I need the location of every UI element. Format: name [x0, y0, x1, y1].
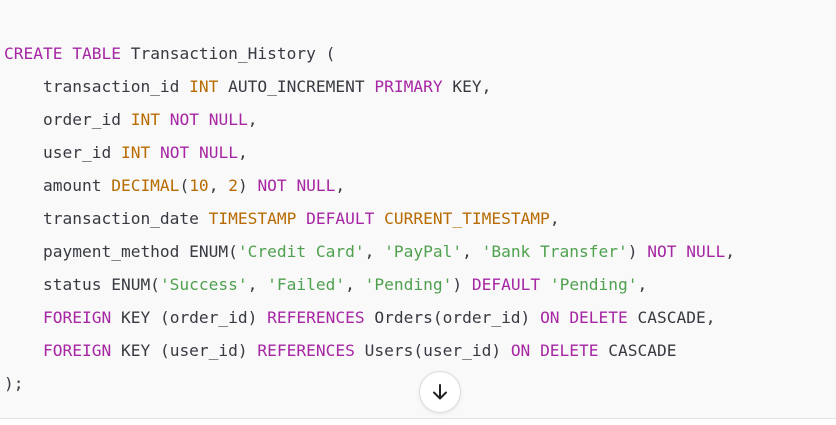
code-token-plain: ,	[335, 176, 346, 195]
code-token-plain: Users(user_id)	[354, 341, 511, 360]
code-token-string: 'PayPal'	[384, 242, 463, 261]
code-token-string: 'Failed'	[267, 275, 346, 294]
code-line: amount DECIMAL(10, 2) NOT NULL,	[4, 169, 735, 202]
code-token-plain: ,	[549, 209, 560, 228]
sql-code: CREATE TABLE Transaction_History ( trans…	[4, 37, 735, 400]
code-token-keyword: NULL	[296, 176, 336, 195]
code-token-plain: )	[627, 242, 648, 261]
code-token-plain: ,	[725, 242, 735, 261]
code-token-type: INT	[130, 110, 160, 129]
code-token-type: INT	[120, 143, 151, 162]
arrow-down-icon	[430, 382, 450, 402]
code-token-plain: ,	[637, 275, 648, 294]
code-token-plain: transaction_id	[4, 77, 190, 96]
code-token-keyword: CREATE	[4, 44, 63, 63]
code-token-plain: Transaction_History (	[120, 44, 336, 63]
code-line: FOREIGN KEY (order_id) REFERENCES Orders…	[4, 301, 735, 334]
code-line: order_id INT NOT NULL,	[4, 103, 735, 136]
code-line: );	[4, 367, 735, 400]
code-token-type: TIMESTAMP	[208, 209, 297, 228]
code-token-plain: AUTO_INCREMENT	[218, 77, 375, 96]
code-token-number: 10	[189, 176, 209, 195]
code-line: user_id INT NOT NULL,	[4, 136, 735, 169]
code-block: CREATE TABLE Transaction_History ( trans…	[0, 0, 836, 418]
code-token-string: 'Success'	[159, 275, 248, 294]
code-token-type: CURRENT_TIMESTAMP	[384, 209, 550, 228]
code-token-keyword: FOREIGN	[42, 341, 112, 360]
code-token-number: 2	[228, 176, 238, 195]
code-token-string: 'Pending'	[364, 275, 453, 294]
code-line: FOREIGN KEY (user_id) REFERENCES Users(u…	[4, 334, 735, 367]
code-token-keyword: DELETE	[569, 308, 628, 327]
code-token-plain: )	[237, 176, 258, 195]
code-token-plain: ,	[364, 242, 385, 261]
code-token-keyword: NOT	[647, 242, 677, 261]
code-token-plain: user_id	[4, 143, 121, 162]
code-token-plain: ,	[208, 176, 229, 195]
code-token-keyword: DELETE	[540, 341, 599, 360]
code-token-plain: ,	[247, 110, 258, 129]
page-background	[0, 419, 836, 425]
code-token-plain: ,	[247, 275, 268, 294]
code-token-keyword: NOT	[159, 143, 190, 162]
code-line: CREATE TABLE Transaction_History (	[4, 37, 735, 70]
code-token-plain: KEY (user_id)	[111, 341, 258, 360]
code-token-plain: KEY (order_id)	[111, 308, 268, 327]
code-token-plain: );	[4, 374, 24, 393]
code-token-plain: Orders(order_id)	[364, 308, 541, 327]
code-token-plain: amount	[4, 176, 112, 195]
code-token-plain: order_id	[4, 110, 131, 129]
code-token-plain: KEY,	[442, 77, 492, 96]
code-token-keyword: REFERENCES	[257, 341, 355, 360]
code-token-type: INT	[189, 77, 219, 96]
code-token-plain: transaction_date	[4, 209, 209, 228]
code-token-keyword: NOT	[169, 110, 199, 129]
code-token-string: 'Pending'	[549, 275, 638, 294]
code-line: transaction_date TIMESTAMP DEFAULT CURRE…	[4, 202, 735, 235]
code-token-keyword: DEFAULT	[306, 209, 375, 228]
code-token-plain: CASCADE,	[627, 308, 716, 327]
code-token-keyword: FOREIGN	[42, 308, 112, 327]
code-token-keyword: NULL	[686, 242, 726, 261]
code-token-keyword: NULL	[208, 110, 248, 129]
code-token-plain: CASCADE	[598, 341, 677, 360]
code-token-plain: payment_method ENUM(	[4, 242, 238, 261]
code-token-keyword: REFERENCES	[267, 308, 365, 327]
code-token-keyword: PRIMARY	[374, 77, 443, 96]
code-line: status ENUM('Success', 'Failed', 'Pendin…	[4, 268, 735, 301]
code-token-plain: ,	[345, 275, 365, 294]
code-token-plain: ,	[237, 143, 248, 162]
code-token-keyword: NOT	[257, 176, 287, 195]
code-token-keyword: DEFAULT	[471, 275, 541, 294]
code-token-type: DECIMAL	[111, 176, 180, 195]
code-line: payment_method ENUM('Credit Card', 'PayP…	[4, 235, 735, 268]
scroll-to-bottom-button[interactable]	[419, 371, 461, 413]
code-token-keyword: TABLE	[72, 44, 121, 63]
code-token-keyword: NULL	[198, 143, 238, 162]
code-line: transaction_id INT AUTO_INCREMENT PRIMAR…	[4, 70, 735, 103]
code-token-plain: status ENUM(	[4, 275, 160, 294]
code-token-plain: )	[452, 275, 472, 294]
code-token-keyword: ON	[540, 308, 560, 327]
code-token-string: 'Bank Transfer'	[481, 242, 628, 261]
code-token-plain: (	[179, 176, 190, 195]
code-token-string: 'Credit Card'	[237, 242, 365, 261]
code-token-keyword: ON	[510, 341, 531, 360]
code-token-plain: ,	[462, 242, 482, 261]
